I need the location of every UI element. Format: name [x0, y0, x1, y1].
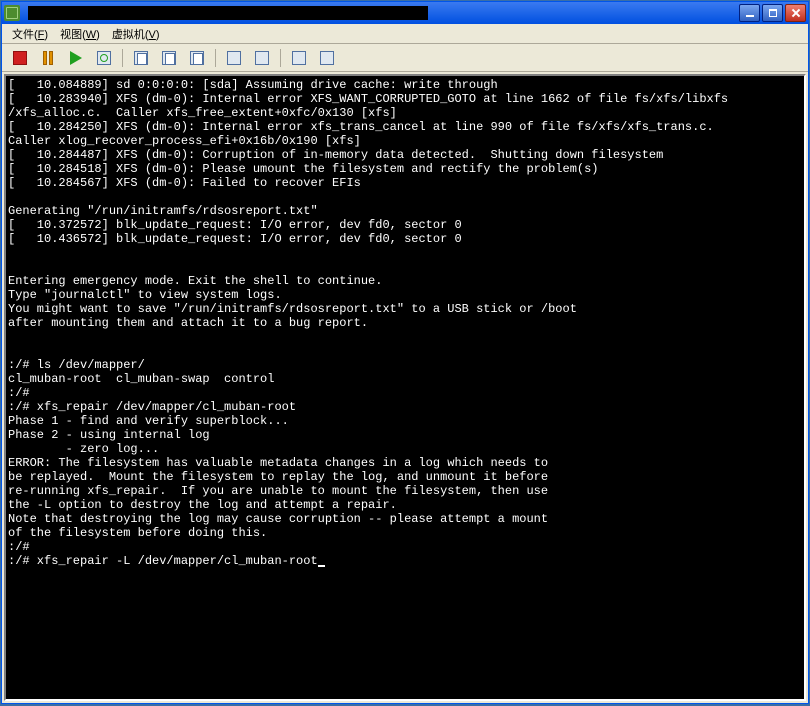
- tool-icon: [320, 51, 334, 65]
- reset-button[interactable]: [92, 47, 116, 69]
- stop-button[interactable]: [8, 47, 32, 69]
- app-window: 文件(F) 视图(W) 虚拟机(V) [ 10.084889] sd 0:0:0…: [1, 1, 809, 704]
- close-button[interactable]: [785, 4, 806, 22]
- app-icon: [4, 5, 20, 21]
- terminal-console[interactable]: [ 10.084889] sd 0:0:0:0: [sda] Assuming …: [4, 74, 806, 701]
- menu-vm[interactable]: 虚拟机(V): [106, 24, 166, 44]
- pause-icon: [43, 51, 53, 65]
- snapshot-take-button[interactable]: [129, 47, 153, 69]
- window-title-redacted: [28, 6, 428, 20]
- manage-icon: [190, 51, 204, 65]
- fullscreen-button[interactable]: [222, 47, 246, 69]
- snapshot-revert-button[interactable]: [157, 47, 181, 69]
- pause-button[interactable]: [36, 47, 60, 69]
- tool-icon: [292, 51, 306, 65]
- snapshot-icon: [134, 51, 148, 65]
- refresh-icon: [97, 51, 111, 65]
- toolbar-separator: [215, 49, 216, 67]
- tool-a-button[interactable]: [287, 47, 311, 69]
- revert-icon: [162, 51, 176, 65]
- menu-file[interactable]: 文件(F): [6, 24, 54, 44]
- view-cycle-button[interactable]: [250, 47, 274, 69]
- window-controls: [739, 4, 806, 22]
- minimize-button[interactable]: [739, 4, 760, 22]
- menu-view[interactable]: 视图(W): [54, 24, 106, 44]
- snapshot-manage-button[interactable]: [185, 47, 209, 69]
- play-button[interactable]: [64, 47, 88, 69]
- play-icon: [70, 51, 82, 65]
- toolbar-separator: [280, 49, 281, 67]
- toolbar: [2, 44, 808, 72]
- fullscreen-icon: [227, 51, 241, 65]
- menubar: 文件(F) 视图(W) 虚拟机(V): [2, 24, 808, 44]
- view-icon: [255, 51, 269, 65]
- tool-b-button[interactable]: [315, 47, 339, 69]
- stop-icon: [13, 51, 27, 65]
- toolbar-separator: [122, 49, 123, 67]
- window-titlebar[interactable]: [2, 2, 808, 24]
- maximize-button[interactable]: [762, 4, 783, 22]
